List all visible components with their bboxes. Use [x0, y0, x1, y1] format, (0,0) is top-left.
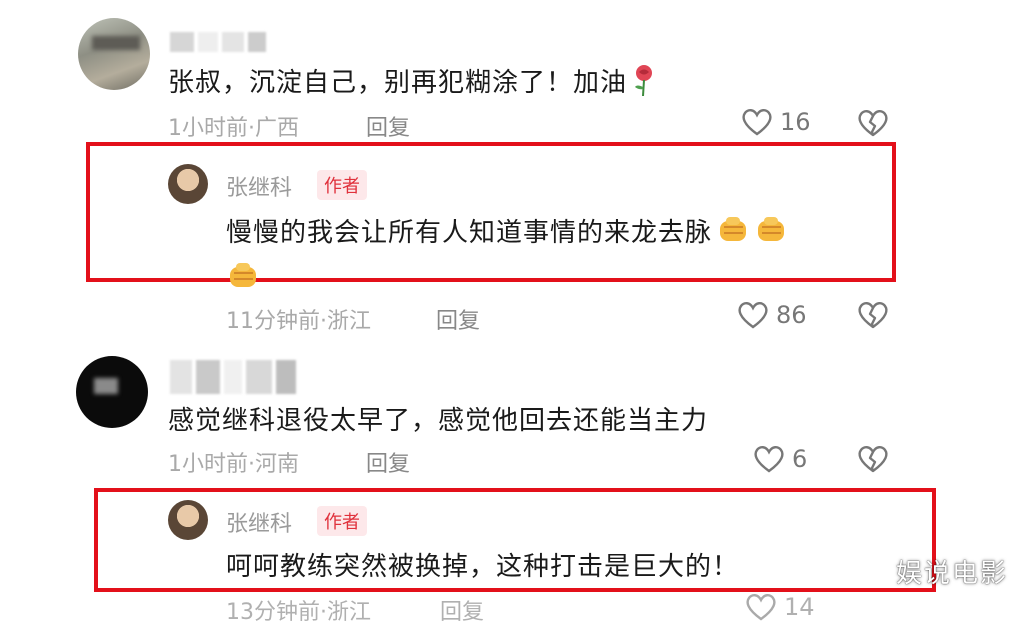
author-name[interactable]: 张继科	[226, 506, 292, 538]
reply-meta: 13分钟前·浙江	[226, 600, 371, 625]
reply-button[interactable]: 回复	[366, 446, 410, 478]
reply-button[interactable]: 回复	[440, 594, 484, 626]
broken-heart-icon	[858, 110, 888, 137]
dislike-button[interactable]	[856, 300, 888, 332]
raised-fist-emoji	[758, 217, 785, 241]
like-button[interactable]: 14	[744, 592, 815, 622]
heart-outline-icon	[754, 446, 784, 473]
raised-fist-emoji	[230, 263, 256, 287]
reply-meta: 11分钟前·浙江	[226, 309, 371, 334]
commenter-name-blurred[interactable]	[170, 360, 300, 394]
like-count: 6	[792, 445, 808, 473]
watermark: 娱说电影	[895, 559, 1008, 589]
comment-meta: 1小时前·广西	[168, 116, 299, 141]
heart-outline-icon	[738, 302, 768, 329]
rose-emoji	[635, 65, 653, 97]
author-badge: 作者	[317, 170, 367, 200]
raised-fist-emoji	[720, 217, 747, 241]
heart-outline-icon	[746, 594, 776, 621]
like-button[interactable]: 16	[740, 107, 811, 137]
author-avatar[interactable]	[168, 164, 208, 204]
author-badge: 作者	[317, 506, 367, 536]
comment-meta: 1小时前·河南	[168, 452, 299, 477]
heart-outline-icon	[742, 109, 772, 136]
like-count: 14	[784, 593, 815, 621]
comment-text: 张叔，沉淀自己，别再犯糊涂了！加油	[168, 62, 657, 99]
reply-text: 慢慢的我会让所有人知道事情的来龙去脉	[226, 210, 886, 302]
broken-heart-icon	[858, 302, 888, 329]
commenter-avatar[interactable]	[76, 356, 148, 428]
like-button[interactable]: 86	[736, 300, 807, 330]
comment-text: 感觉继科退役太早了，感觉他回去还能当主力	[168, 406, 709, 436]
dislike-button[interactable]	[856, 444, 888, 476]
like-count: 16	[780, 108, 811, 136]
like-count: 86	[776, 301, 807, 329]
reply-button[interactable]: 回复	[366, 110, 410, 142]
broken-heart-icon	[858, 446, 888, 473]
reply-button[interactable]: 回复	[436, 303, 480, 335]
like-button[interactable]: 6	[752, 444, 807, 474]
author-avatar[interactable]	[168, 500, 208, 540]
commenter-name-blurred[interactable]	[170, 32, 270, 52]
reply-text: 呵呵教练突然被换掉，这种打击是巨大的！	[226, 552, 740, 582]
dislike-button[interactable]	[856, 108, 888, 140]
commenter-avatar[interactable]	[78, 18, 150, 90]
author-name[interactable]: 张继科	[226, 170, 292, 202]
